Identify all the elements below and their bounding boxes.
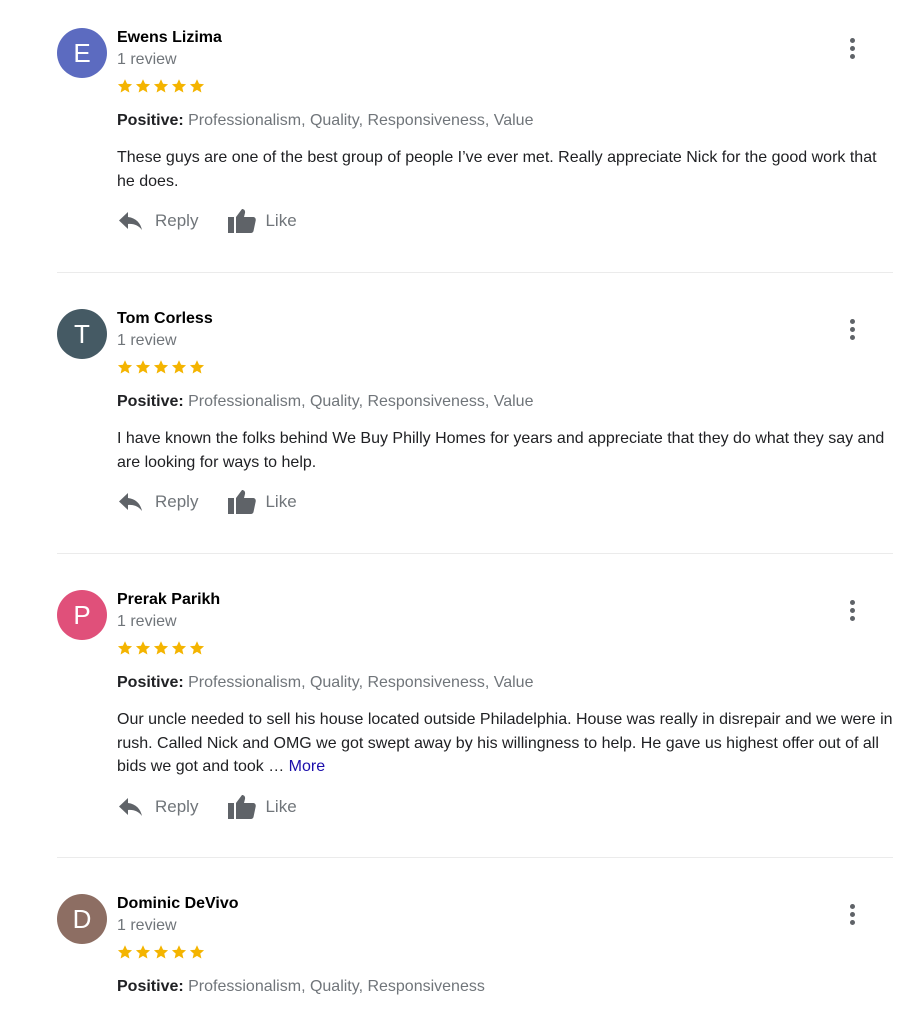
reply-label: Reply <box>155 211 199 230</box>
reply-icon <box>119 212 142 230</box>
star-icon <box>153 945 169 959</box>
review-actions: Reply Like <box>117 794 297 820</box>
review-count: 1 review <box>117 51 177 68</box>
reviewer-name[interactable]: Tom Corless <box>117 310 213 328</box>
like-button[interactable]: Like <box>227 794 297 820</box>
attributes-values: Professionalism, Quality, Responsiveness… <box>183 674 534 691</box>
review-count: 1 review <box>117 917 177 934</box>
attributes-values: Professionalism, Quality, Responsiveness… <box>183 393 534 410</box>
star-rating <box>117 944 205 960</box>
reply-button[interactable]: Reply <box>117 491 198 513</box>
positive-attributes: Positive: Professionalism, Quality, Resp… <box>117 112 533 130</box>
reply-button[interactable]: Reply <box>117 210 198 232</box>
review-body: I have known the folks behind We Buy Phi… <box>117 430 885 471</box>
star-icon <box>189 360 205 374</box>
star-icon <box>135 79 151 93</box>
avatar[interactable]: T <box>57 309 107 359</box>
positive-attributes: Positive: Professionalism, Quality, Resp… <box>117 393 533 411</box>
more-options-icon[interactable] <box>836 313 868 345</box>
reply-label: Reply <box>155 797 199 816</box>
more-link[interactable]: More <box>289 758 325 775</box>
star-icon <box>117 945 133 959</box>
avatar[interactable]: E <box>57 28 107 78</box>
review-divider <box>57 553 893 554</box>
reply-button[interactable]: Reply <box>117 796 198 818</box>
review-divider <box>57 857 893 858</box>
star-icon <box>171 945 187 959</box>
review-count: 1 review <box>117 332 177 349</box>
positive-attributes: Positive: Professionalism, Quality, Resp… <box>117 674 533 692</box>
like-label: Like <box>265 797 297 816</box>
review-text: These guys are one of the best group of … <box>117 146 893 193</box>
review-actions: Reply Like <box>117 208 297 234</box>
attributes-label: Positive: <box>117 393 184 410</box>
attributes-values: Professionalism, Quality, Responsiveness <box>183 978 485 995</box>
thumbs-up-icon <box>228 795 257 819</box>
reply-label: Reply <box>155 492 199 511</box>
review-divider <box>57 272 893 273</box>
attributes-label: Positive: <box>117 112 184 129</box>
star-icon <box>171 79 187 93</box>
reviewer-name[interactable]: Prerak Parikh <box>117 591 220 609</box>
star-icon <box>135 360 151 374</box>
star-rating <box>117 640 205 656</box>
star-icon <box>153 360 169 374</box>
attributes-label: Positive: <box>117 674 184 691</box>
star-icon <box>117 360 133 374</box>
positive-attributes: Positive: Professionalism, Quality, Resp… <box>117 978 485 996</box>
like-label: Like <box>265 492 297 511</box>
star-icon <box>189 945 205 959</box>
avatar[interactable]: D <box>57 894 107 944</box>
reply-icon <box>119 493 142 511</box>
review-text: I have known the folks behind We Buy Phi… <box>117 427 893 474</box>
star-icon <box>171 360 187 374</box>
star-icon <box>117 641 133 655</box>
more-options-icon[interactable] <box>836 32 868 64</box>
star-rating <box>117 359 205 375</box>
reply-icon <box>119 798 142 816</box>
thumbs-up-icon <box>228 209 257 233</box>
star-icon <box>135 945 151 959</box>
attributes-label: Positive: <box>117 978 184 995</box>
reviewer-name[interactable]: Ewens Lizima <box>117 29 222 47</box>
avatar[interactable]: P <box>57 590 107 640</box>
star-icon <box>153 641 169 655</box>
star-rating <box>117 78 205 94</box>
star-icon <box>189 79 205 93</box>
like-button[interactable]: Like <box>227 489 297 515</box>
review-text: Our uncle needed to sell his house locat… <box>117 708 893 779</box>
review-actions: Reply Like <box>117 489 297 515</box>
reviewer-name[interactable]: Dominic DeVivo <box>117 895 239 913</box>
star-icon <box>153 79 169 93</box>
like-label: Like <box>265 211 297 230</box>
thumbs-up-icon <box>228 490 257 514</box>
review-body: These guys are one of the best group of … <box>117 149 877 190</box>
more-options-icon[interactable] <box>836 594 868 626</box>
attributes-values: Professionalism, Quality, Responsiveness… <box>183 112 534 129</box>
star-icon <box>135 641 151 655</box>
review-count: 1 review <box>117 613 177 630</box>
star-icon <box>117 79 133 93</box>
star-icon <box>171 641 187 655</box>
more-options-icon[interactable] <box>836 898 868 930</box>
like-button[interactable]: Like <box>227 208 297 234</box>
review-body: Our uncle needed to sell his house locat… <box>117 711 893 775</box>
star-icon <box>189 641 205 655</box>
